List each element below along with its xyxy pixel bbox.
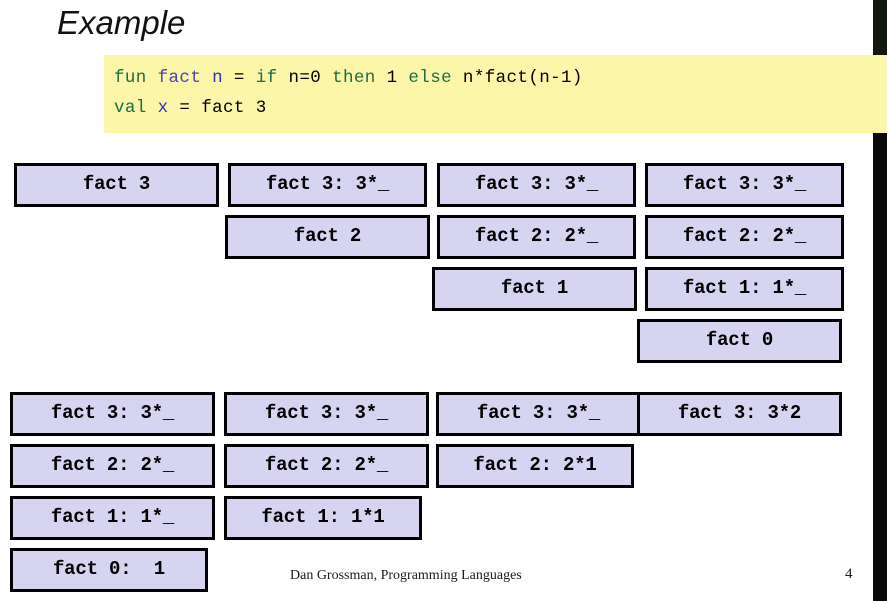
code-token: = fact 3 [168, 98, 267, 118]
trace-box: fact 3: 3*_ [645, 163, 844, 207]
trace-box: fact 2: 2*1 [436, 444, 634, 488]
trace-box-label: fact 1: 1*_ [50, 506, 175, 528]
trace-box-label: fact 3: 3*_ [264, 402, 389, 424]
trace-box: fact 3: 3*_ [436, 392, 641, 436]
trace-box: fact 3: 3*_ [228, 163, 427, 207]
trace-box-label: fact 1: 1*1 [261, 506, 385, 528]
trace-box: fact 3: 3*_ [437, 163, 636, 207]
trace-box-label: fact 3 [82, 173, 151, 195]
trace-box-label: fact 0 [705, 329, 774, 351]
code-token: fun [114, 68, 158, 88]
trace-box: fact 3: 3*_ [10, 392, 215, 436]
code-token: if [255, 68, 278, 88]
code-token: val [114, 98, 158, 118]
trace-box: fact 3: 3*2 [637, 392, 842, 436]
trace-box: fact 2: 2*_ [224, 444, 429, 488]
code-token: n=0 [277, 68, 333, 88]
code-token: else [408, 68, 453, 88]
footer-attribution: Dan Grossman, Programming Languages [290, 568, 522, 583]
trace-box: fact 3: 3*_ [224, 392, 429, 436]
trace-box-label: fact 2: 2*_ [264, 454, 389, 476]
trace-box: fact 1: 1*_ [645, 267, 844, 311]
trace-box-label: fact 3: 3*_ [682, 173, 807, 195]
trace-box-label: fact 3: 3*_ [265, 173, 390, 195]
code-line-1: fun fact n = if n=0 then 1 else n*fact(n… [104, 63, 887, 93]
trace-box: fact 1: 1*1 [224, 496, 422, 540]
trace-box-label: fact 3: 3*_ [474, 173, 599, 195]
trace-box: fact 2: 2*_ [645, 215, 844, 259]
code-block: fun fact n = if n=0 then 1 else n*fact(n… [104, 55, 887, 133]
trace-box: fact 1 [432, 267, 637, 311]
code-line-2: val x = fact 3 [104, 93, 887, 123]
trace-box-label: fact 2: 2*_ [682, 225, 807, 247]
code-token: fact [157, 68, 213, 88]
trace-box: fact 1: 1*_ [10, 496, 215, 540]
slide-canvas: Example fun fact n = if n=0 then 1 else … [0, 0, 887, 601]
trace-box: fact 0 [637, 319, 842, 363]
trace-box-label: fact 1 [500, 277, 569, 299]
trace-box: fact 2: 2*_ [10, 444, 215, 488]
trace-box: fact 2: 2*_ [437, 215, 636, 259]
trace-box-label: fact 3: 3*2 [677, 402, 802, 424]
trace-box-label: fact 0: 1 [52, 558, 166, 580]
code-token: n*fact(n-1) [452, 68, 583, 88]
code-token: n [212, 68, 224, 88]
page-title: Example [57, 4, 186, 41]
code-token: then [332, 68, 376, 88]
trace-box-label: fact 2 [293, 225, 362, 247]
footer-page-number: 4 [845, 566, 853, 582]
code-token: 1 [375, 68, 409, 88]
trace-box-label: fact 3: 3*_ [476, 402, 601, 424]
trace-box-label: fact 3: 3*_ [50, 402, 175, 424]
trace-box-label: fact 2: 2*_ [50, 454, 175, 476]
code-token: = [223, 68, 256, 88]
trace-box-label: fact 2: 2*_ [474, 225, 599, 247]
trace-box: fact 3 [14, 163, 219, 207]
trace-box: fact 0: 1 [10, 548, 208, 592]
code-token: x [157, 98, 169, 118]
trace-box-label: fact 1: 1*_ [682, 277, 807, 299]
trace-box-label: fact 2: 2*1 [473, 454, 597, 476]
trace-box: fact 2 [225, 215, 430, 259]
